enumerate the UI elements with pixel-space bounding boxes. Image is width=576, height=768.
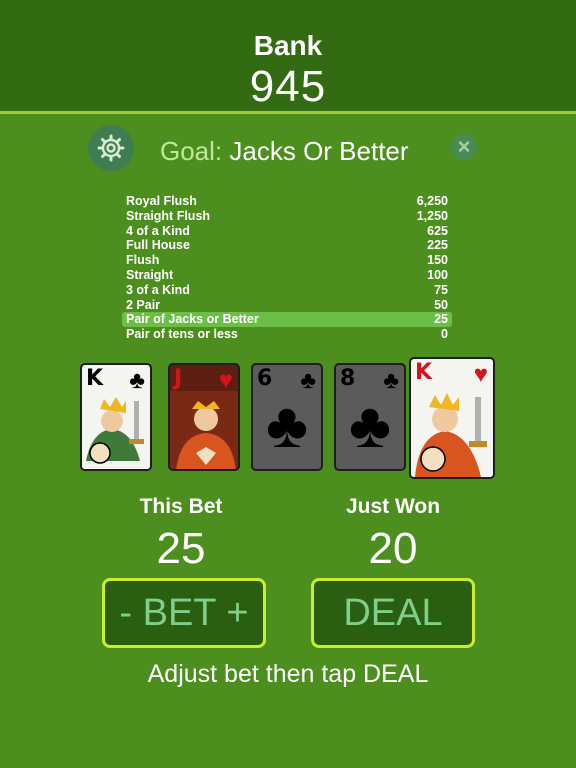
card-rank: K [415, 360, 433, 385]
card-eight-of-clubs[interactable]: 8 ♣ ♣ [334, 363, 406, 471]
goal-title: Goal: Jacks Or Better [160, 136, 409, 167]
heart-icon: ♥ [473, 361, 488, 388]
bank-value: 945 [249, 62, 327, 111]
paytable-row: 2 Pair 50 [122, 298, 452, 313]
hand-payout: 1,250 [416, 208, 448, 223]
club-icon: ♣ [129, 367, 145, 394]
card-rank: J [174, 366, 183, 391]
deal-button[interactable]: DEAL [311, 578, 475, 648]
hand-name: Flush [126, 253, 160, 268]
hand-payout: 100 [427, 267, 448, 282]
king-face-art [82, 391, 150, 469]
jack-face-art [170, 391, 238, 469]
paytable-row: Pair of tens or less 0 [122, 327, 452, 342]
hand-payout: 50 [434, 297, 448, 312]
card-jack-of-hearts[interactable]: J ♥ [168, 363, 240, 471]
bet-adjust-button[interactable]: - BET + [102, 578, 266, 648]
hand-name: Pair of Jacks or Better [126, 312, 259, 327]
card-rank: 6 [257, 366, 273, 391]
close-button[interactable]: × [451, 134, 477, 160]
hand-payout: 6,250 [416, 194, 448, 208]
just-won-label: Just Won [345, 495, 441, 518]
goal-name: Jacks Or Better [229, 136, 409, 166]
hand-name: Straight Flush [126, 208, 211, 223]
goal-prefix: Goal: [160, 136, 223, 166]
hand-name: 2 Pair [126, 297, 161, 312]
paytable-row: 4 of a Kind 625 [122, 224, 452, 239]
hand-payout: 625 [427, 223, 448, 238]
club-large-icon: ♣ [266, 389, 308, 461]
king-face-art [411, 385, 493, 477]
hand-payout: 0 [441, 327, 448, 342]
gear-icon [97, 134, 125, 162]
paytable-row: 3 of a Kind 75 [122, 283, 452, 298]
hand-name: Straight [126, 267, 174, 282]
hand-name: Pair of tens or less [126, 327, 238, 342]
card-king-of-hearts[interactable]: K ♥ [409, 357, 495, 479]
club-large-icon: ♣ [349, 389, 391, 461]
hand-name: 4 of a Kind [126, 223, 190, 238]
card-rank: K [86, 366, 104, 391]
hand-name: Royal Flush [126, 194, 197, 208]
card-six-of-clubs[interactable]: 6 ♣ ♣ [251, 363, 323, 471]
just-won-value: 20 [368, 524, 418, 573]
this-bet-value: 25 [156, 524, 206, 573]
hand-name: Full House [126, 238, 190, 253]
bank-header: Bank 945 [0, 0, 576, 114]
heart-icon: ♥ [218, 367, 233, 394]
paytable: Royal Flush 6,250 Straight Flush 1,250 4 of … [122, 194, 452, 342]
this-bet-label: This Bet [139, 495, 223, 518]
card-rank: 8 [340, 366, 356, 391]
hand-payout: 150 [427, 253, 448, 268]
hand-name: 3 of a Kind [126, 282, 190, 297]
hand-payout: 25 [434, 312, 448, 327]
card-king-of-clubs[interactable]: K ♣ [80, 363, 152, 471]
paytable-row: Straight 100 [122, 268, 452, 283]
hand-payout: 225 [427, 238, 448, 253]
paytable-row: Full House 225 [122, 238, 452, 253]
paytable-row: Royal Flush 6,250 [122, 194, 452, 209]
settings-button[interactable] [88, 125, 134, 171]
hand-payout: 75 [434, 282, 448, 297]
paytable-row: Pair of Jacks or Better 25 [122, 312, 452, 328]
paytable-row: Flush 150 [122, 253, 452, 268]
bank-label: Bank [253, 30, 323, 61]
paytable-row: Straight Flush 1,250 [122, 209, 452, 224]
close-icon: × [457, 134, 471, 159]
instruction-text: Adjust bet then tap DEAL [147, 660, 429, 688]
